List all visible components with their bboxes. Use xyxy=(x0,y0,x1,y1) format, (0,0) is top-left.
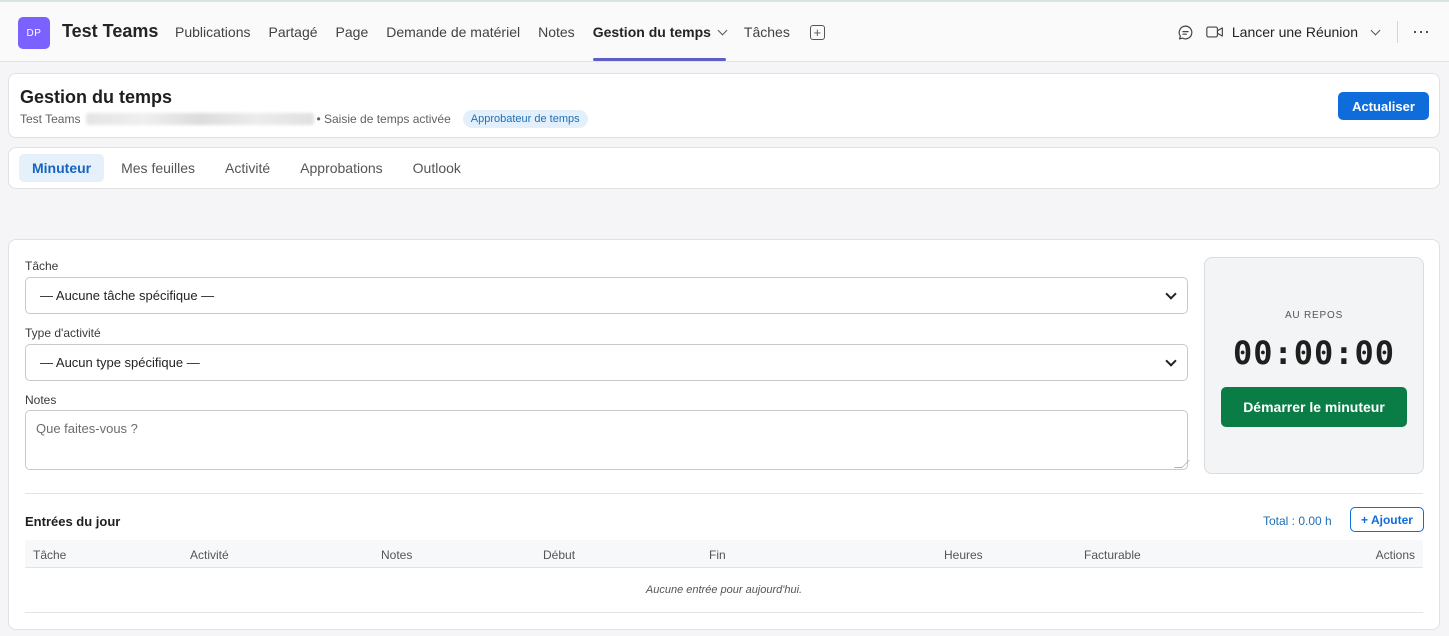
activity-select-value: — Aucun type spécifique — xyxy=(40,355,200,370)
start-timer-button[interactable]: Démarrer le minuteur xyxy=(1221,387,1407,427)
notes-input[interactable] xyxy=(25,410,1188,470)
timer-card: Tâche — Aucune tâche spécifique — Type d… xyxy=(8,239,1440,630)
redacted-text xyxy=(86,113,315,125)
chevron-down-icon xyxy=(1165,355,1177,367)
video-camera-icon[interactable] xyxy=(1206,25,1224,39)
subtab-minuteur[interactable]: Minuteur xyxy=(19,154,105,182)
subtab-mes-feuilles[interactable]: Mes feuilles xyxy=(108,154,208,182)
tab-partage[interactable]: Partagé xyxy=(269,2,318,62)
task-label: Tâche xyxy=(25,259,59,273)
divider xyxy=(1397,21,1398,43)
subtab-activite[interactable]: Activité xyxy=(212,154,283,182)
column-header: Heures xyxy=(944,548,983,562)
column-header: Fin xyxy=(709,548,726,562)
tab-label: Page xyxy=(335,24,369,40)
team-avatar[interactable]: DP xyxy=(18,17,50,49)
entries-table-header: Tâche Activité Notes Début Fin Heures Fa… xyxy=(25,540,1423,568)
page-header-card: Gestion du temps Test Teams • Saisie de … xyxy=(8,73,1440,138)
chat-icon[interactable] xyxy=(1177,24,1194,41)
column-header: Début xyxy=(543,548,576,562)
task-select[interactable]: — Aucune tâche spécifique — xyxy=(25,277,1188,314)
tab-gestion-du-temps[interactable]: Gestion du temps xyxy=(592,2,728,62)
channel-tabs: Publications Partagé Page Demande de mat… xyxy=(175,2,843,62)
role-badge: Approbateur de temps xyxy=(462,110,588,128)
tab-label: Gestion du temps xyxy=(592,24,711,40)
activity-type-label: Type d'activité xyxy=(25,326,101,340)
chevron-down-icon xyxy=(717,25,728,35)
chevron-down-icon xyxy=(1165,288,1177,300)
activity-type-select[interactable]: — Aucun type spécifique — xyxy=(25,344,1188,381)
tab-notes[interactable]: Notes xyxy=(538,2,575,62)
column-header: Facturable xyxy=(1084,548,1141,562)
column-header: Activité xyxy=(190,548,229,562)
timer-panel: AU REPOS 00:00:00 Démarrer le minuteur xyxy=(1204,257,1424,474)
tab-label: Partagé xyxy=(268,24,318,40)
entries-title: Entrées du jour xyxy=(25,514,121,529)
tab-page[interactable]: Page xyxy=(336,2,369,62)
task-select-value: — Aucune tâche spécifique — xyxy=(40,288,215,303)
column-header: Tâche xyxy=(33,548,67,562)
subtab-outlook[interactable]: Outlook xyxy=(400,154,474,182)
add-tab-button[interactable]: + xyxy=(808,2,825,62)
tab-publications[interactable]: Publications xyxy=(175,2,251,62)
more-options-icon[interactable]: ⋯ xyxy=(1412,22,1431,43)
divider xyxy=(25,493,1423,494)
subtab-approbations[interactable]: Approbations xyxy=(287,154,396,182)
tab-label: Tâches xyxy=(743,24,790,40)
teams-channel-header: DP Test Teams Publications Partagé Page … xyxy=(0,2,1449,62)
refresh-button[interactable]: Actualiser xyxy=(1338,92,1429,120)
sub-tabs: Minuteur Mes feuilles Activité Approbati… xyxy=(8,147,1440,189)
tab-demande-materiel[interactable]: Demande de matériel xyxy=(386,2,520,62)
tab-label: Publications xyxy=(175,24,251,40)
team-label: Test Teams xyxy=(20,112,81,126)
tab-label: Demande de matériel xyxy=(386,24,521,40)
team-name[interactable]: Test Teams xyxy=(62,21,158,42)
status-text: • Saisie de temps activée xyxy=(316,112,451,126)
timer-status: AU REPOS xyxy=(1284,310,1344,321)
header-actions: Lancer une Réunion ⋯ xyxy=(1177,2,1449,62)
tab-taches[interactable]: Tâches xyxy=(744,2,790,62)
notes-label: Notes xyxy=(25,393,57,407)
column-header: Notes xyxy=(381,548,413,562)
plus-icon: + xyxy=(809,24,825,40)
column-header: Actions xyxy=(1375,548,1415,562)
entries-total: Total : 0.00 h xyxy=(1263,514,1332,528)
chevron-down-icon[interactable] xyxy=(1370,25,1381,35)
start-meeting-button[interactable]: Lancer une Réunion xyxy=(1232,24,1358,40)
empty-state-row: Aucune entrée pour aujourd'hui. xyxy=(25,568,1423,613)
page-title: Gestion du temps xyxy=(20,87,173,107)
page-subtitle: Test Teams • Saisie de temps activée App… xyxy=(20,110,588,128)
add-entry-button[interactable]: + Ajouter xyxy=(1350,507,1424,532)
timer-display: 00:00:00 xyxy=(1232,334,1396,372)
tab-label: Notes xyxy=(538,24,575,40)
